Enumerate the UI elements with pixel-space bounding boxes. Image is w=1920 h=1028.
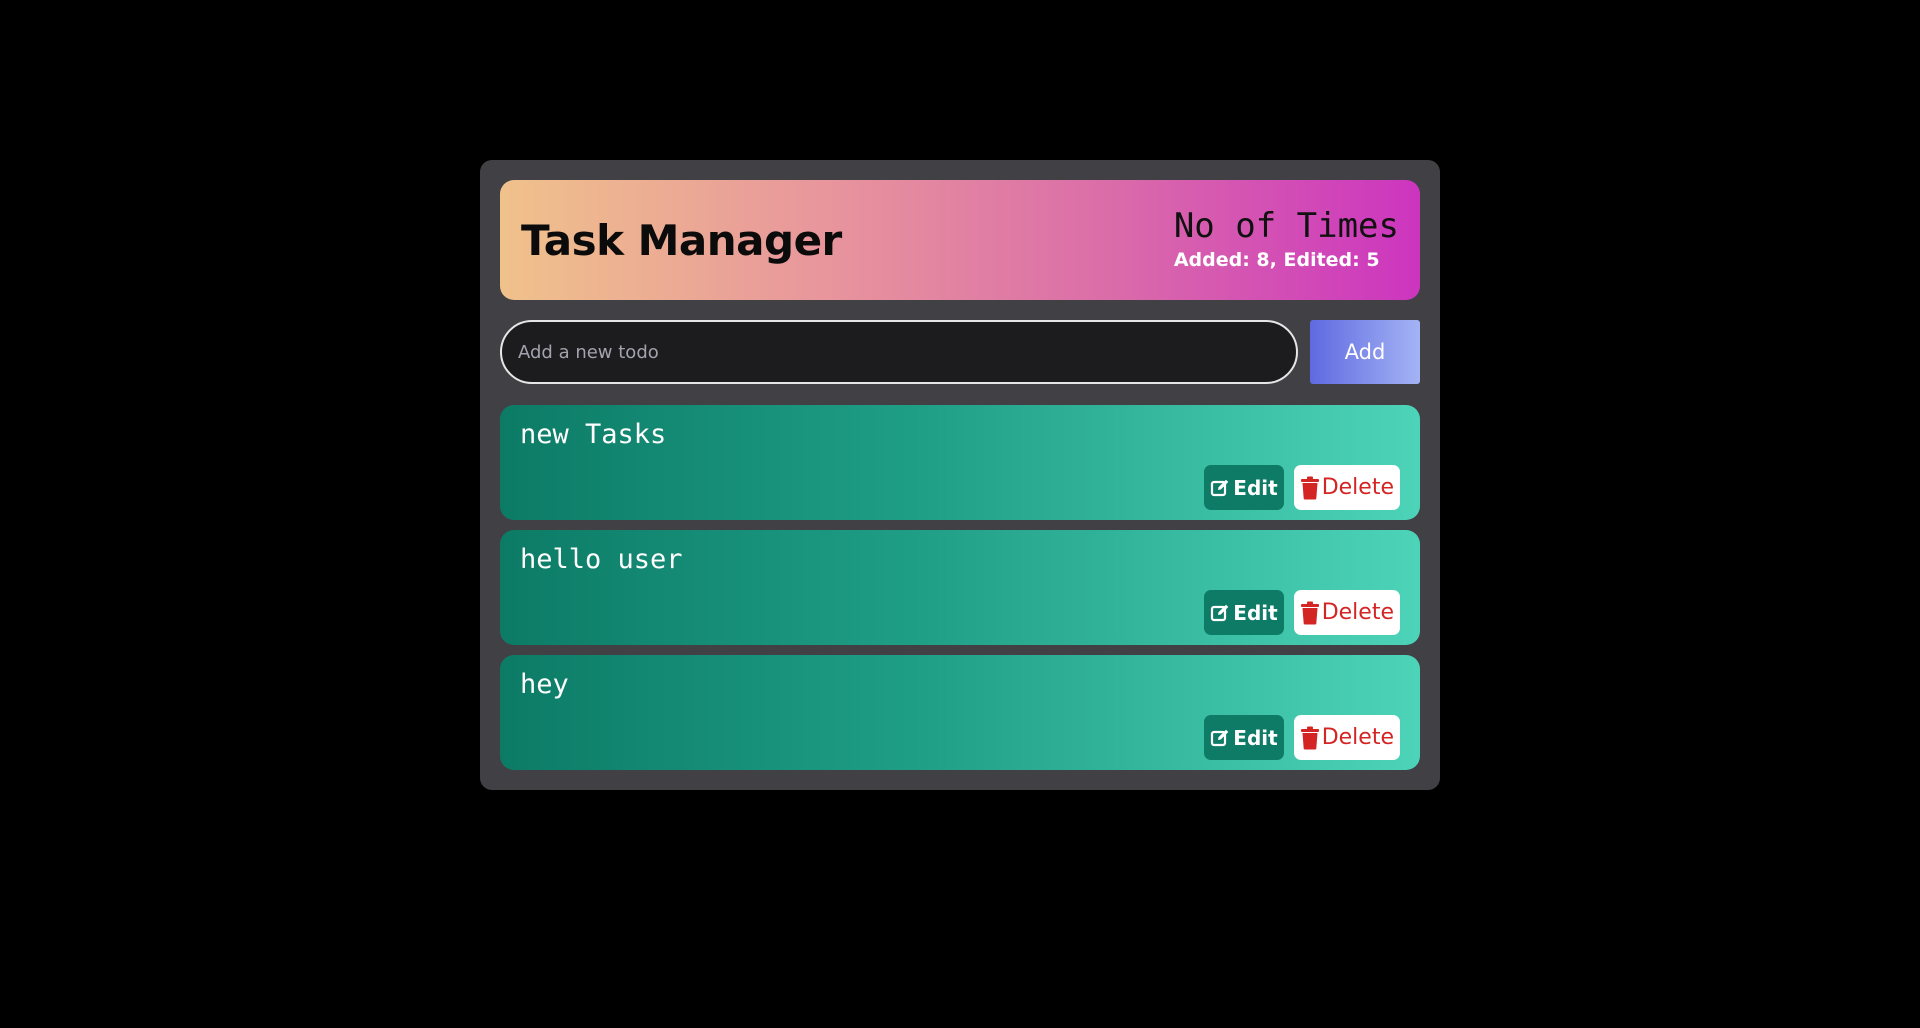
delete-label: Delete [1321, 600, 1394, 625]
stats-box: No of Times Added: 8, Edited: 5 [1174, 205, 1399, 271]
task-manager-panel: Task Manager No of Times Added: 8, Edite… [480, 160, 1440, 790]
delete-button[interactable]: Delete [1293, 465, 1400, 510]
edit-icon [1210, 728, 1230, 748]
todo-text: hello user [520, 544, 683, 575]
header-banner: Task Manager No of Times Added: 8, Edite… [500, 180, 1420, 300]
todo-item: hello user Edit Delete [500, 530, 1420, 645]
todo-actions: Edit Delete [1204, 715, 1400, 760]
trash-icon [1300, 476, 1320, 500]
edit-icon [1210, 603, 1230, 623]
todo-item: hey Edit Delete [500, 655, 1420, 770]
edit-button[interactable]: Edit [1204, 715, 1284, 760]
delete-label: Delete [1321, 475, 1394, 500]
stats-title: No of Times [1173, 206, 1399, 246]
trash-icon [1300, 726, 1320, 750]
todo-text: new Tasks [520, 419, 667, 450]
delete-label: Delete [1321, 725, 1394, 750]
todo-text: hey [520, 669, 569, 700]
edit-label: Edit [1233, 725, 1278, 750]
edit-icon [1210, 478, 1230, 498]
trash-icon [1300, 601, 1320, 625]
todo-actions: Edit Delete [1204, 590, 1400, 635]
todo-item: new Tasks Edit Delete [500, 405, 1420, 520]
stats-counts: Added: 8, Edited: 5 [1173, 249, 1380, 271]
add-button[interactable]: Add [1310, 320, 1420, 384]
edit-label: Edit [1233, 475, 1278, 500]
delete-button[interactable]: Delete [1293, 715, 1400, 760]
todo-actions: Edit Delete [1204, 465, 1400, 510]
edit-label: Edit [1233, 600, 1278, 625]
page-title: Task Manager [521, 215, 842, 265]
todo-input[interactable] [500, 320, 1298, 384]
delete-button[interactable]: Delete [1293, 590, 1400, 635]
add-todo-row: Add [500, 320, 1420, 384]
todo-list: new Tasks Edit Delete hello user Edit De… [500, 405, 1420, 770]
edit-button[interactable]: Edit [1204, 590, 1284, 635]
edit-button[interactable]: Edit [1204, 465, 1284, 510]
